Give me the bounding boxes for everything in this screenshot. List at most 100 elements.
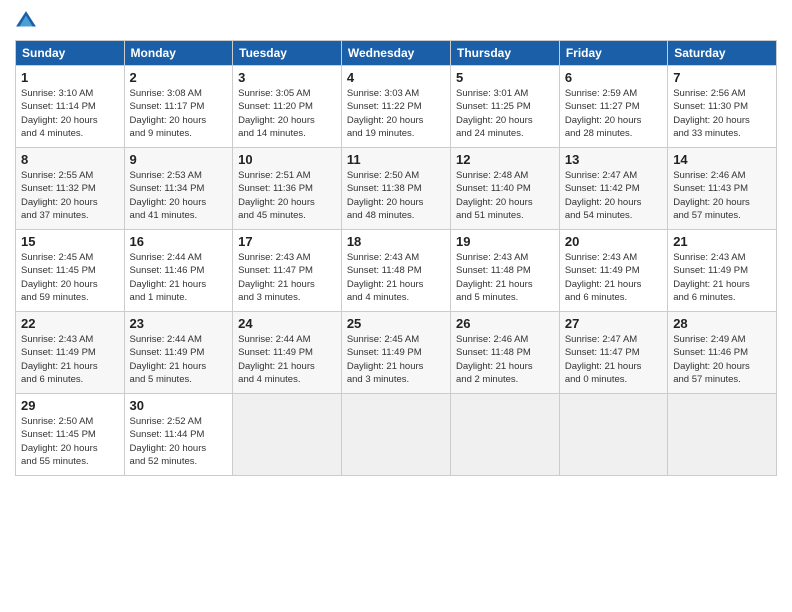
week-row-5: 29 Sunrise: 2:50 AM Sunset: 11:45 PM Dayl… [16, 394, 777, 476]
day-number: 3 [238, 70, 336, 85]
col-header-monday: Monday [124, 41, 233, 66]
calendar-cell: 3 Sunrise: 3:05 AM Sunset: 11:20 PM Dayli… [233, 66, 342, 148]
day-number: 21 [673, 234, 771, 249]
day-number: 28 [673, 316, 771, 331]
day-info: Sunrise: 2:49 AM Sunset: 11:46 PM Daylig… [673, 333, 771, 386]
calendar-cell: 9Sunrise: 2:53 AM Sunset: 11:34 PM Dayli… [124, 148, 233, 230]
day-info: Sunrise: 3:10 AM Sunset: 11:14 PM Daylig… [21, 87, 119, 140]
day-info: Sunrise: 2:55 AM Sunset: 11:32 PM Daylig… [21, 169, 119, 222]
day-info: Sunrise: 3:01 AM Sunset: 11:25 PM Daylig… [456, 87, 554, 140]
day-number: 29 [21, 398, 119, 413]
day-number: 1 [21, 70, 119, 85]
day-info: Sunrise: 3:08 AM Sunset: 11:17 PM Daylig… [130, 87, 228, 140]
day-info: Sunrise: 2:43 AM Sunset: 11:49 PM Daylig… [673, 251, 771, 304]
day-info: Sunrise: 2:59 AM Sunset: 11:27 PM Daylig… [565, 87, 662, 140]
calendar-cell: 2 Sunrise: 3:08 AM Sunset: 11:17 PM Dayli… [124, 66, 233, 148]
col-header-wednesday: Wednesday [341, 41, 450, 66]
calendar-cell: 8 Sunrise: 2:55 AM Sunset: 11:32 PM Dayli… [16, 148, 125, 230]
day-info: Sunrise: 2:50 AM Sunset: 11:38 PM Daylig… [347, 169, 445, 222]
day-info: Sunrise: 2:44 AM Sunset: 11:49 PM Daylig… [130, 333, 228, 386]
calendar-cell [341, 394, 450, 476]
day-info: Sunrise: 2:47 AM Sunset: 11:47 PM Daylig… [565, 333, 662, 386]
calendar-cell: 25Sunrise: 2:45 AM Sunset: 11:49 PM Dayl… [341, 312, 450, 394]
calendar-cell: 5 Sunrise: 3:01 AM Sunset: 11:25 PM Dayli… [451, 66, 560, 148]
day-number: 14 [673, 152, 771, 167]
calendar-cell: 23 Sunrise: 2:44 AM Sunset: 11:49 PM Dayl… [124, 312, 233, 394]
day-info: Sunrise: 2:56 AM Sunset: 11:30 PM Daylig… [673, 87, 771, 140]
day-number: 24 [238, 316, 336, 331]
day-info: Sunrise: 2:43 AM Sunset: 11:48 PM Daylig… [456, 251, 554, 304]
day-number: 16 [130, 234, 228, 249]
day-number: 7 [673, 70, 771, 85]
day-number: 18 [347, 234, 445, 249]
day-info: Sunrise: 2:45 AM Sunset: 11:45 PM Daylig… [21, 251, 119, 304]
day-number: 26 [456, 316, 554, 331]
day-number: 17 [238, 234, 336, 249]
day-info: Sunrise: 3:05 AM Sunset: 11:20 PM Daylig… [238, 87, 336, 140]
week-row-2: 8 Sunrise: 2:55 AM Sunset: 11:32 PM Dayli… [16, 148, 777, 230]
day-number: 10 [238, 152, 336, 167]
calendar-cell: 19 Sunrise: 2:43 AM Sunset: 11:48 PM Dayl… [451, 230, 560, 312]
day-info: Sunrise: 2:45 AM Sunset: 11:49 PM Daylig… [347, 333, 445, 386]
day-info: Sunrise: 2:48 AM Sunset: 11:40 PM Daylig… [456, 169, 554, 222]
header [15, 10, 777, 32]
day-number: 8 [21, 152, 119, 167]
day-info: Sunrise: 3:03 AM Sunset: 11:22 PM Daylig… [347, 87, 445, 140]
calendar-cell: 26Sunrise: 2:46 AM Sunset: 11:48 PM Dayl… [451, 312, 560, 394]
day-info: Sunrise: 2:44 AM Sunset: 11:46 PM Daylig… [130, 251, 228, 304]
week-row-3: 15 Sunrise: 2:45 AM Sunset: 11:45 PM Dayl… [16, 230, 777, 312]
day-number: 30 [130, 398, 228, 413]
day-number: 11 [347, 152, 445, 167]
calendar-cell [559, 394, 667, 476]
calendar-cell: 10 Sunrise: 2:51 AM Sunset: 11:36 PM Dayl… [233, 148, 342, 230]
day-info: Sunrise: 2:53 AM Sunset: 11:34 PM Daylig… [130, 169, 228, 222]
calendar-cell: 27Sunrise: 2:47 AM Sunset: 11:47 PM Dayl… [559, 312, 667, 394]
calendar-cell: 15 Sunrise: 2:45 AM Sunset: 11:45 PM Dayl… [16, 230, 125, 312]
week-row-1: 1 Sunrise: 3:10 AM Sunset: 11:14 PM Dayli… [16, 66, 777, 148]
week-row-4: 22Sunrise: 2:43 AM Sunset: 11:49 PM Dayl… [16, 312, 777, 394]
calendar-cell: 6 Sunrise: 2:59 AM Sunset: 11:27 PM Dayli… [559, 66, 667, 148]
day-number: 4 [347, 70, 445, 85]
col-header-thursday: Thursday [451, 41, 560, 66]
col-header-friday: Friday [559, 41, 667, 66]
logo [15, 10, 40, 32]
day-info: Sunrise: 2:43 AM Sunset: 11:47 PM Daylig… [238, 251, 336, 304]
day-number: 19 [456, 234, 554, 249]
calendar-cell [668, 394, 777, 476]
day-info: Sunrise: 2:43 AM Sunset: 11:49 PM Daylig… [565, 251, 662, 304]
calendar-cell [451, 394, 560, 476]
col-header-sunday: Sunday [16, 41, 125, 66]
day-number: 5 [456, 70, 554, 85]
calendar-cell: 17 Sunrise: 2:43 AM Sunset: 11:47 PM Dayl… [233, 230, 342, 312]
calendar-cell: 30 Sunrise: 2:52 AM Sunset: 11:44 PM Dayl… [124, 394, 233, 476]
calendar-cell: 18Sunrise: 2:43 AM Sunset: 11:48 PM Dayl… [341, 230, 450, 312]
day-info: Sunrise: 2:50 AM Sunset: 11:45 PM Daylig… [21, 415, 119, 468]
calendar-header-row: SundayMondayTuesdayWednesdayThursdayFrid… [16, 41, 777, 66]
day-info: Sunrise: 2:44 AM Sunset: 11:49 PM Daylig… [238, 333, 336, 386]
day-number: 6 [565, 70, 662, 85]
day-number: 22 [21, 316, 119, 331]
calendar-cell: 14 Sunrise: 2:46 AM Sunset: 11:43 PM Dayl… [668, 148, 777, 230]
day-number: 15 [21, 234, 119, 249]
logo-icon [15, 10, 37, 32]
calendar-cell: 22Sunrise: 2:43 AM Sunset: 11:49 PM Dayl… [16, 312, 125, 394]
calendar-cell: 28 Sunrise: 2:49 AM Sunset: 11:46 PM Dayl… [668, 312, 777, 394]
calendar-cell: 29 Sunrise: 2:50 AM Sunset: 11:45 PM Dayl… [16, 394, 125, 476]
calendar-cell: 12 Sunrise: 2:48 AM Sunset: 11:40 PM Dayl… [451, 148, 560, 230]
calendar-cell: 13Sunrise: 2:47 AM Sunset: 11:42 PM Dayl… [559, 148, 667, 230]
calendar-cell: 20 Sunrise: 2:43 AM Sunset: 11:49 PM Dayl… [559, 230, 667, 312]
day-info: Sunrise: 2:52 AM Sunset: 11:44 PM Daylig… [130, 415, 228, 468]
day-info: Sunrise: 2:46 AM Sunset: 11:43 PM Daylig… [673, 169, 771, 222]
calendar-cell: 11 Sunrise: 2:50 AM Sunset: 11:38 PM Dayl… [341, 148, 450, 230]
day-number: 20 [565, 234, 662, 249]
day-number: 23 [130, 316, 228, 331]
day-number: 2 [130, 70, 228, 85]
calendar-cell: 4 Sunrise: 3:03 AM Sunset: 11:22 PM Dayli… [341, 66, 450, 148]
calendar-cell: 24 Sunrise: 2:44 AM Sunset: 11:49 PM Dayl… [233, 312, 342, 394]
col-header-tuesday: Tuesday [233, 41, 342, 66]
col-header-saturday: Saturday [668, 41, 777, 66]
day-info: Sunrise: 2:51 AM Sunset: 11:36 PM Daylig… [238, 169, 336, 222]
day-number: 13 [565, 152, 662, 167]
day-number: 12 [456, 152, 554, 167]
calendar-table: SundayMondayTuesdayWednesdayThursdayFrid… [15, 40, 777, 476]
